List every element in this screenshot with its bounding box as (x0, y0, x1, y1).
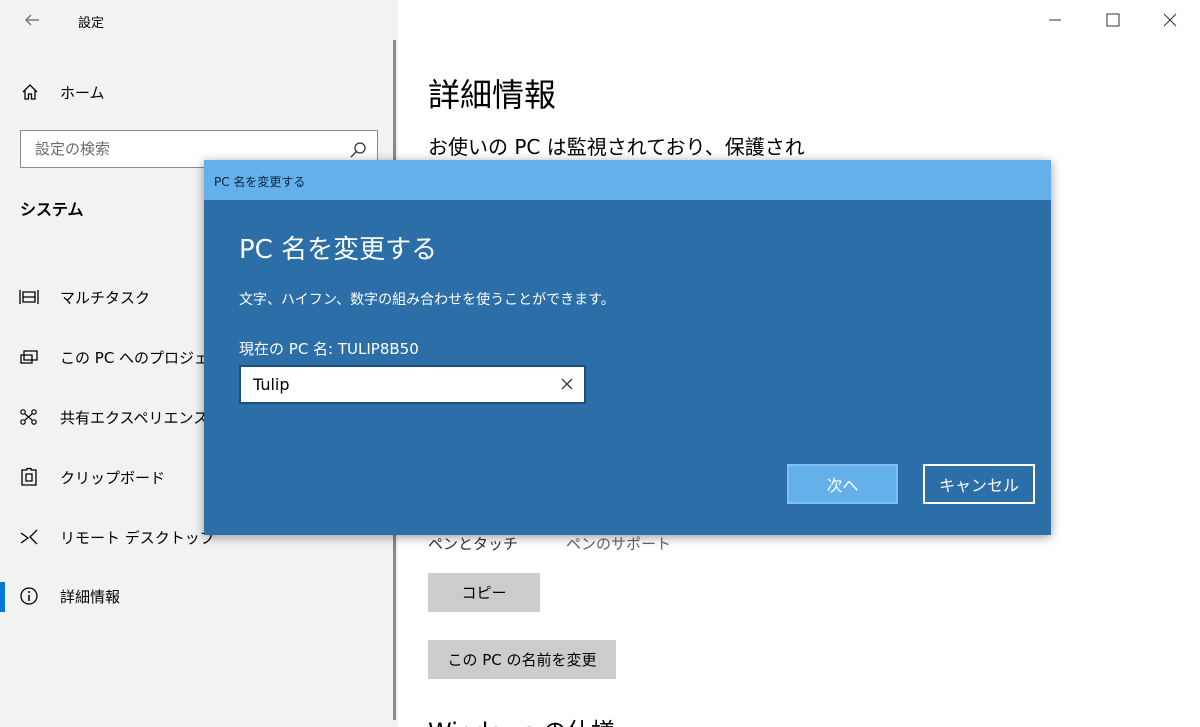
dialog-description: 文字、ハイフン、数字の組み合わせを使うことができます。 (239, 292, 615, 308)
title-bar: 設定 (0, 0, 398, 40)
next-button[interactable]: 次へ (787, 464, 898, 504)
window-controls (1030, 0, 1200, 40)
sidebar-item-label: クリップボード (60, 469, 166, 487)
shared-experience-icon (20, 409, 37, 425)
sidebar-item-label: この PC へのプロジェク (60, 349, 225, 367)
sidebar-item-label: 共有エクスペリエンス (60, 409, 209, 427)
sidebar-item-label: ホーム (60, 84, 105, 102)
minimize-icon[interactable] (1040, 6, 1070, 34)
protection-heading: お使いの PC は監視されており、保護され (428, 135, 805, 159)
project-icon (20, 350, 38, 364)
current-pc-name: 現在の PC 名: TULIP8B50 (239, 340, 419, 358)
pc-name-input[interactable] (241, 367, 551, 402)
clipboard-icon (21, 467, 37, 486)
sidebar-item-about[interactable]: 詳細情報 (0, 576, 398, 616)
back-button[interactable] (18, 8, 46, 32)
dialog-titlebar[interactable]: PC 名を変更する (204, 160, 1051, 200)
window-title: 設定 (78, 16, 105, 31)
page-title: 詳細情報 (428, 76, 557, 114)
rename-pc-button[interactable]: この PC の名前を変更 (428, 640, 616, 679)
cancel-button[interactable]: キャンセル (923, 464, 1035, 504)
dialog-titlebar-text: PC 名を変更する (214, 175, 306, 189)
search-icon[interactable] (349, 141, 367, 159)
copy-button[interactable]: コピー (428, 573, 540, 612)
sidebar-item-label: 詳細情報 (60, 588, 121, 606)
multitask-icon (19, 290, 39, 304)
pen-touch-label: ペンとタッチ (428, 535, 519, 553)
clear-icon[interactable] (560, 377, 574, 391)
sidebar-item-label: リモート デスクトップ (60, 529, 215, 547)
sidebar-item-label: マルチタスク (60, 289, 151, 307)
pen-touch-value: ペンのサポート (566, 535, 672, 553)
section-heading: システム (20, 200, 84, 219)
close-icon[interactable] (1155, 6, 1185, 34)
sidebar-item-home[interactable]: ホーム (0, 74, 398, 110)
rename-pc-dialog: PC 名を変更する PC 名を変更する 文字、ハイフン、数字の組み合わせを使うこ… (204, 160, 1051, 535)
maximize-icon[interactable] (1098, 6, 1128, 34)
dialog-heading: PC 名を変更する (239, 235, 438, 265)
pc-name-field[interactable] (239, 365, 586, 404)
windows-spec-heading: Windows の仕様 (428, 712, 615, 727)
home-icon (22, 84, 38, 100)
info-icon (20, 587, 38, 605)
remote-desktop-icon (20, 529, 38, 545)
back-arrow-icon (24, 14, 39, 26)
